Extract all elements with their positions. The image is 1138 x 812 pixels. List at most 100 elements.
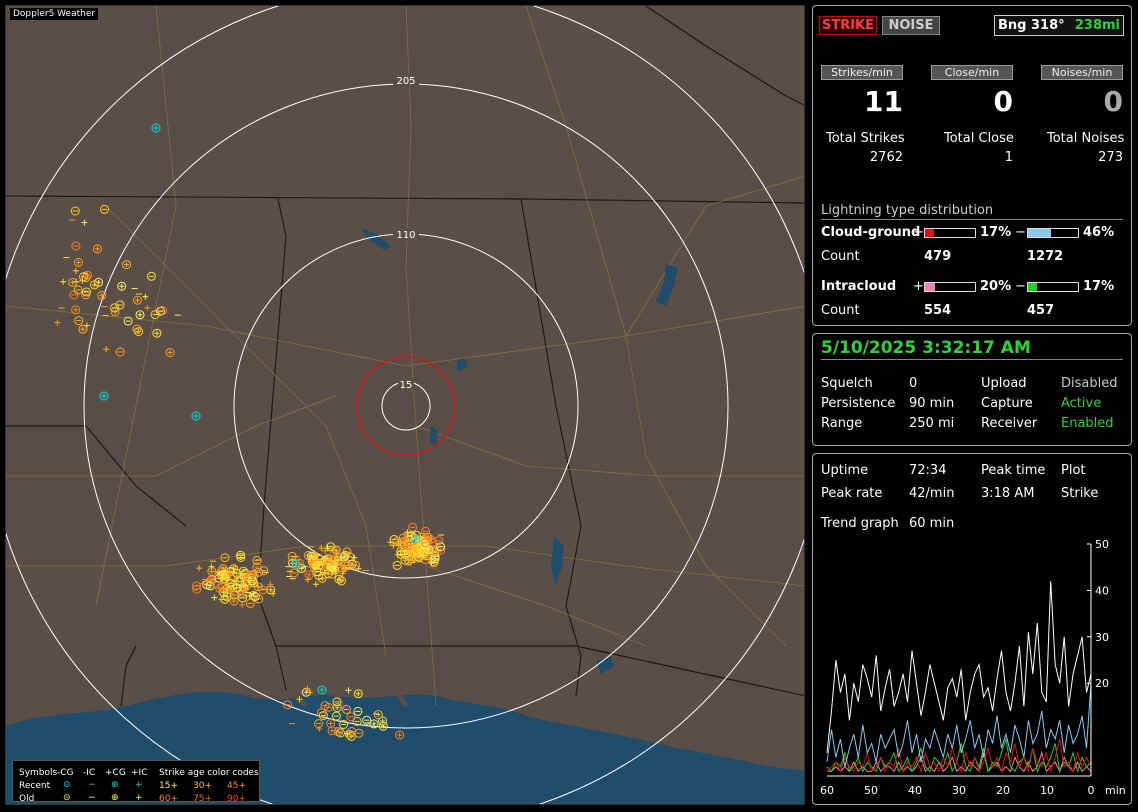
trend-graph-label: Trend graph	[821, 516, 899, 531]
lightning-map[interactable]: 205 110 15 Doppler5 Weather Symbols -CG …	[5, 5, 805, 805]
trend-y-tick-label: 50	[1095, 538, 1109, 551]
persistence-value: 90 min	[909, 396, 955, 411]
close-ring	[356, 356, 456, 456]
ic-count-label: Count	[821, 303, 860, 318]
bearing-value: Bng 318°	[998, 18, 1065, 33]
strike-markers	[54, 123, 446, 741]
noise-button[interactable]: NOISE	[882, 16, 940, 35]
state-borders	[6, 6, 804, 707]
bearing-display: Bng 318° 238mi	[994, 15, 1124, 36]
strikes-per-min-value: 11	[864, 85, 903, 118]
close-per-min-header[interactable]: Close/min	[931, 65, 1013, 80]
total-strikes-label: Total Strikes	[826, 131, 905, 146]
range-label-205: 205	[396, 76, 415, 87]
ic-positive-count: 554	[924, 303, 952, 318]
cg-count-label: Count	[821, 249, 860, 264]
peak-rate-value: 42/min	[909, 486, 955, 501]
peak-rate-label: Peak rate	[821, 486, 883, 501]
lakes	[50, 228, 678, 734]
ic-negative-count: 457	[1027, 303, 1055, 318]
legend-old-ic-neg-icon: −	[88, 793, 96, 803]
trend-x-tick-label: 50	[864, 784, 878, 797]
map-canvas: 205 110 15	[6, 6, 804, 804]
legend-recent-ic-neg-icon: −	[88, 780, 96, 790]
total-close-value: 1	[1004, 150, 1013, 165]
legend-age-45: 45+	[227, 781, 246, 791]
trend-panel: Uptime 72:34 Peak time Plot Peak rate 42…	[812, 453, 1132, 805]
map-legend: Symbols -CG -IC +CG +IC Strike age color…	[12, 760, 260, 804]
trend-x-tick-label: 60	[820, 784, 834, 797]
range-value: 250 mi	[909, 416, 955, 431]
persistence-label: Persistence	[821, 396, 896, 411]
legend-col-cg-pos: +CG	[105, 768, 126, 778]
total-close-label: Total Close	[944, 131, 1014, 146]
cg-negative-percent: 46%	[1083, 225, 1115, 240]
legend-recent-ic-pos-icon: +	[135, 780, 143, 790]
ic-positive-bar-fill	[925, 283, 935, 291]
trend-x-tick-label: 30	[952, 784, 966, 797]
legend-col-ic-neg: -IC	[83, 768, 96, 778]
legend-old-ic-pos-icon: +	[135, 793, 143, 803]
uptime-value: 72:34	[909, 463, 947, 478]
ic-plus-symbol: +	[913, 279, 924, 294]
noises-per-min-header[interactable]: Noises/min	[1041, 65, 1123, 80]
noises-per-min-value: 0	[1103, 85, 1123, 118]
peak-time-label: Peak time	[981, 463, 1046, 478]
total-noises-label: Total Noises	[1047, 131, 1125, 146]
trend-graph: 50 40 30 20 60 50 40 30 20 10 0 min	[820, 538, 1126, 797]
receiver-label: Receiver	[981, 416, 1038, 431]
squelch-value: 0	[909, 376, 918, 391]
strikes-per-min-header[interactable]: Strikes/min	[821, 65, 903, 80]
roads	[6, 6, 804, 707]
trend-y-tick-label: 30	[1095, 631, 1109, 644]
trend-graph-value: 60 min	[909, 516, 955, 531]
app-window: 205 110 15 Doppler5 Weather Symbols -CG …	[0, 0, 1138, 812]
cg-negative-bar-fill	[1028, 229, 1051, 237]
trend-series-line-0	[826, 581, 1092, 753]
trend-series-group	[826, 581, 1092, 774]
ic-negative-percent: 17%	[1083, 279, 1115, 294]
ic-negative-bar-fill	[1028, 283, 1037, 291]
receiver-value: Enabled	[1061, 416, 1114, 431]
cg-positive-percent: 17%	[980, 225, 1012, 240]
legend-age-90: 90+	[227, 794, 246, 804]
legend-col-ic-pos: +IC	[131, 768, 148, 778]
legend-age-60: 60+	[159, 794, 178, 804]
capture-value: Active	[1061, 396, 1102, 411]
strike-button[interactable]: STRIKE	[819, 16, 877, 35]
cloud-ground-label: Cloud-ground	[821, 225, 921, 240]
legend-row-recent: Recent	[19, 781, 51, 791]
ic-minus-symbol: −	[1015, 279, 1026, 294]
total-noises-value: 273	[1098, 150, 1123, 165]
ic-positive-bar	[924, 282, 976, 292]
current-datetime: 5/10/2025 3:32:17 AM	[821, 338, 1031, 358]
legend-row-old: Old	[19, 794, 35, 804]
distance-value: 238mi	[1074, 18, 1120, 33]
cg-negative-bar	[1027, 228, 1079, 238]
datetime-divider	[821, 359, 1123, 360]
plot-label: Plot	[1061, 463, 1086, 478]
cg-positive-count: 479	[924, 249, 952, 264]
range-label-110: 110	[396, 230, 415, 241]
legend-col-cg-neg: -CG	[57, 768, 74, 778]
receiver-panel: 5/10/2025 3:32:17 AM Squelch 0 Upload Di…	[812, 333, 1132, 446]
ic-negative-bar	[1027, 282, 1079, 292]
upload-value: Disabled	[1061, 376, 1118, 391]
trend-x-tick-label: 40	[908, 784, 922, 797]
total-strikes-value: 2762	[869, 150, 903, 165]
cg-positive-bar-fill	[925, 229, 934, 237]
trend-x-unit-label: min	[1105, 784, 1126, 797]
cg-negative-count: 1272	[1027, 249, 1064, 264]
ic-positive-percent: 20%	[980, 279, 1012, 294]
upload-label: Upload	[981, 376, 1027, 391]
cg-plus-symbol: +	[913, 225, 924, 240]
trend-y-tick-label: 40	[1095, 584, 1109, 597]
legend-age-30: 30+	[193, 781, 212, 791]
close-per-min-value: 0	[993, 85, 1013, 118]
plot-value[interactable]: Strike	[1061, 486, 1098, 501]
peak-time-value: 3:18 AM	[981, 486, 1035, 501]
range-label-15: 15	[400, 380, 413, 391]
app-title: Doppler5 Weather	[10, 8, 99, 20]
legend-recent-cg-pos-icon: ⊕	[111, 780, 119, 790]
legend-age-15: 15+	[159, 781, 178, 791]
